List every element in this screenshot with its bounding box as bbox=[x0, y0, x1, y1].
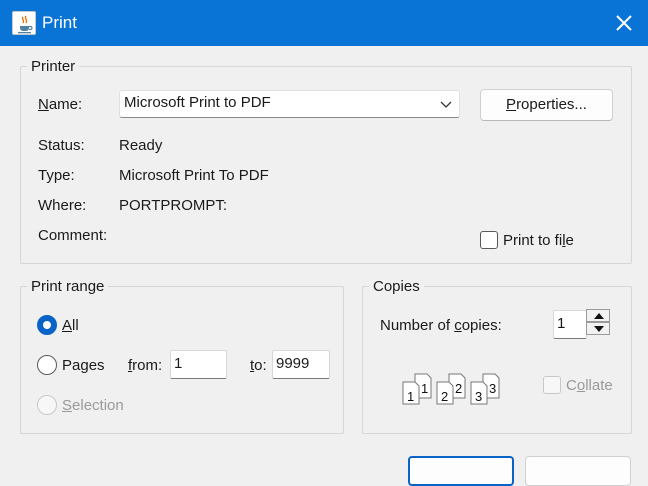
collate-label-2a: 2 bbox=[455, 381, 462, 396]
pages-label[interactable]: Pages bbox=[62, 357, 105, 375]
spin-up-button[interactable] bbox=[586, 309, 610, 322]
copies-field[interactable]: 1 bbox=[553, 310, 587, 339]
copies-legend: Copies bbox=[369, 278, 424, 296]
properties-button[interactable]: Properties... bbox=[480, 89, 613, 121]
selection-radio[interactable] bbox=[37, 395, 57, 415]
type-label: Type: bbox=[38, 167, 75, 184]
status-label: Status: bbox=[38, 137, 85, 154]
collate-label[interactable]: Collate bbox=[566, 377, 613, 395]
collate-label-1a: 1 bbox=[421, 381, 428, 396]
window-title: Print bbox=[42, 13, 77, 32]
print-range-legend: Print range bbox=[27, 278, 109, 296]
printer-name-value: Microsoft Print to PDF bbox=[124, 94, 271, 111]
java-icon bbox=[12, 11, 36, 35]
cancel-button[interactable] bbox=[525, 456, 631, 486]
from-field[interactable]: 1 bbox=[170, 350, 227, 379]
where-label: Where: bbox=[38, 197, 87, 214]
status-value: Ready bbox=[119, 137, 163, 154]
chevron-down-icon bbox=[440, 101, 452, 108]
print-to-file-label[interactable]: Print to file bbox=[503, 232, 574, 250]
collate-label-3a: 3 bbox=[489, 381, 496, 396]
copies-spinner[interactable]: 1 bbox=[553, 309, 613, 339]
type-value: Microsoft Print To PDF bbox=[119, 167, 269, 184]
spin-down-button[interactable] bbox=[586, 322, 610, 335]
selection-label[interactable]: Selection bbox=[62, 397, 124, 415]
title-bar: Print bbox=[0, 0, 648, 46]
all-radio[interactable] bbox=[37, 315, 57, 335]
number-of-copies-label: Number of copies: bbox=[380, 317, 502, 334]
collate-checkbox[interactable] bbox=[543, 376, 561, 394]
name-label: Name: bbox=[38, 96, 83, 113]
to-field[interactable]: 9999 bbox=[272, 350, 330, 379]
printer-group-legend: Printer bbox=[27, 58, 80, 76]
comment-label: Comment: bbox=[38, 227, 108, 244]
ok-button[interactable] bbox=[408, 456, 514, 486]
from-label: from: bbox=[128, 357, 163, 374]
collate-label-3b: 3 bbox=[475, 389, 482, 404]
collate-label-1b: 1 bbox=[407, 389, 414, 404]
all-label[interactable]: All bbox=[62, 317, 79, 335]
collate-pages-icon: 1 1 2 2 3 3 bbox=[400, 372, 504, 406]
print-to-file-checkbox[interactable] bbox=[480, 231, 498, 249]
printer-name-select[interactable]: Microsoft Print to PDF bbox=[119, 90, 460, 118]
close-icon[interactable] bbox=[612, 11, 636, 35]
triangle-up-icon bbox=[594, 313, 604, 319]
where-value: PORTPROMPT: bbox=[119, 197, 228, 214]
pages-radio[interactable] bbox=[37, 355, 57, 375]
collate-label-2b: 2 bbox=[441, 389, 448, 404]
to-label: to: bbox=[250, 357, 267, 374]
triangle-down-icon bbox=[594, 326, 604, 332]
